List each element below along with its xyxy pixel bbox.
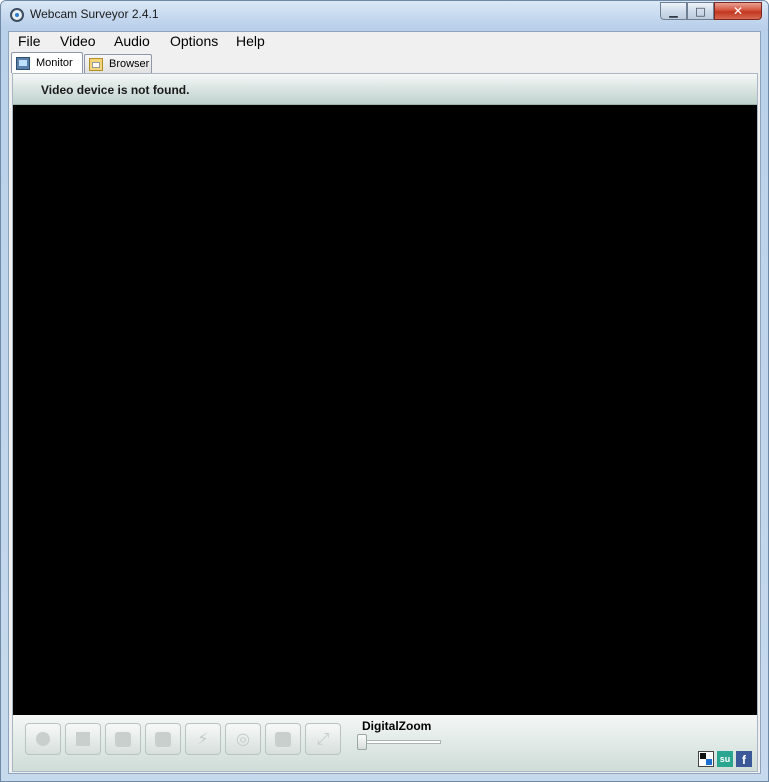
menu-options[interactable]: Options — [170, 33, 218, 49]
close-icon: ✕ — [732, 4, 744, 18]
client-area: File Video Audio Options Help Monitor Br… — [8, 31, 761, 774]
checker-share-icon[interactable] — [698, 751, 714, 767]
tab-monitor-label: Monitor — [36, 57, 73, 69]
record-icon — [36, 732, 50, 746]
video-preview[interactable] — [13, 105, 757, 715]
facebook-icon[interactable]: f — [736, 751, 752, 767]
browser-icon — [89, 57, 103, 71]
status-message: Video device is not found. — [41, 83, 190, 97]
status-banner: Video device is not found. — [13, 74, 757, 105]
fullscreen-button[interactable]: ⤢ — [305, 723, 341, 755]
fullscreen-icon: ⤢ — [316, 729, 330, 748]
tab-strip: Monitor Browser — [9, 52, 760, 73]
app-window: Webcam Surveyor 2.4.1 ▁ □ ✕ File Video A… — [0, 0, 769, 782]
monitor-icon — [16, 56, 30, 70]
motion-detect-button[interactable]: ⚡ — [185, 723, 221, 755]
maximize-button[interactable]: □ — [687, 2, 714, 20]
broadcast-button[interactable]: ◎ — [225, 723, 261, 755]
digital-zoom-track[interactable] — [365, 740, 441, 744]
menu-bar: File Video Audio Options Help — [9, 32, 760, 52]
capture-button[interactable] — [145, 723, 181, 755]
stop-button[interactable] — [65, 723, 101, 755]
menu-file[interactable]: File — [18, 33, 41, 49]
overlay-icon — [275, 731, 291, 747]
overlay-button[interactable] — [265, 723, 301, 755]
broadcast-icon: ◎ — [236, 729, 250, 748]
capture-icon — [155, 731, 171, 747]
maximize-icon: □ — [695, 4, 706, 18]
minimize-button[interactable]: ▁ — [660, 2, 687, 20]
menu-help[interactable]: Help — [236, 33, 265, 49]
stumbleupon-icon[interactable]: su — [717, 751, 733, 767]
menu-video[interactable]: Video — [60, 33, 96, 49]
window-title: Webcam Surveyor 2.4.1 — [30, 7, 159, 21]
monitor-panel: Video device is not found. ⚡ ◎ ⤢ Digital… — [12, 73, 758, 772]
minimize-icon: ▁ — [669, 4, 678, 18]
snapshot-icon — [115, 731, 131, 747]
digital-zoom-label: DigitalZoom — [362, 719, 432, 733]
webcam-app-icon[interactable] — [10, 8, 24, 22]
stop-icon — [76, 732, 90, 746]
tab-browser[interactable]: Browser — [84, 54, 152, 73]
control-bar: ⚡ ◎ ⤢ DigitalZoom su f — [13, 715, 757, 771]
title-bar[interactable]: Webcam Surveyor 2.4.1 ▁ □ ✕ — [1, 1, 768, 31]
snapshot-button[interactable] — [105, 723, 141, 755]
tab-monitor[interactable]: Monitor — [11, 52, 83, 73]
motion-icon: ⚡ — [197, 729, 209, 748]
record-button[interactable] — [25, 723, 61, 755]
tab-browser-label: Browser — [109, 58, 150, 70]
digital-zoom-slider[interactable] — [357, 734, 367, 750]
menu-audio[interactable]: Audio — [114, 33, 150, 49]
close-button[interactable]: ✕ — [714, 2, 762, 20]
